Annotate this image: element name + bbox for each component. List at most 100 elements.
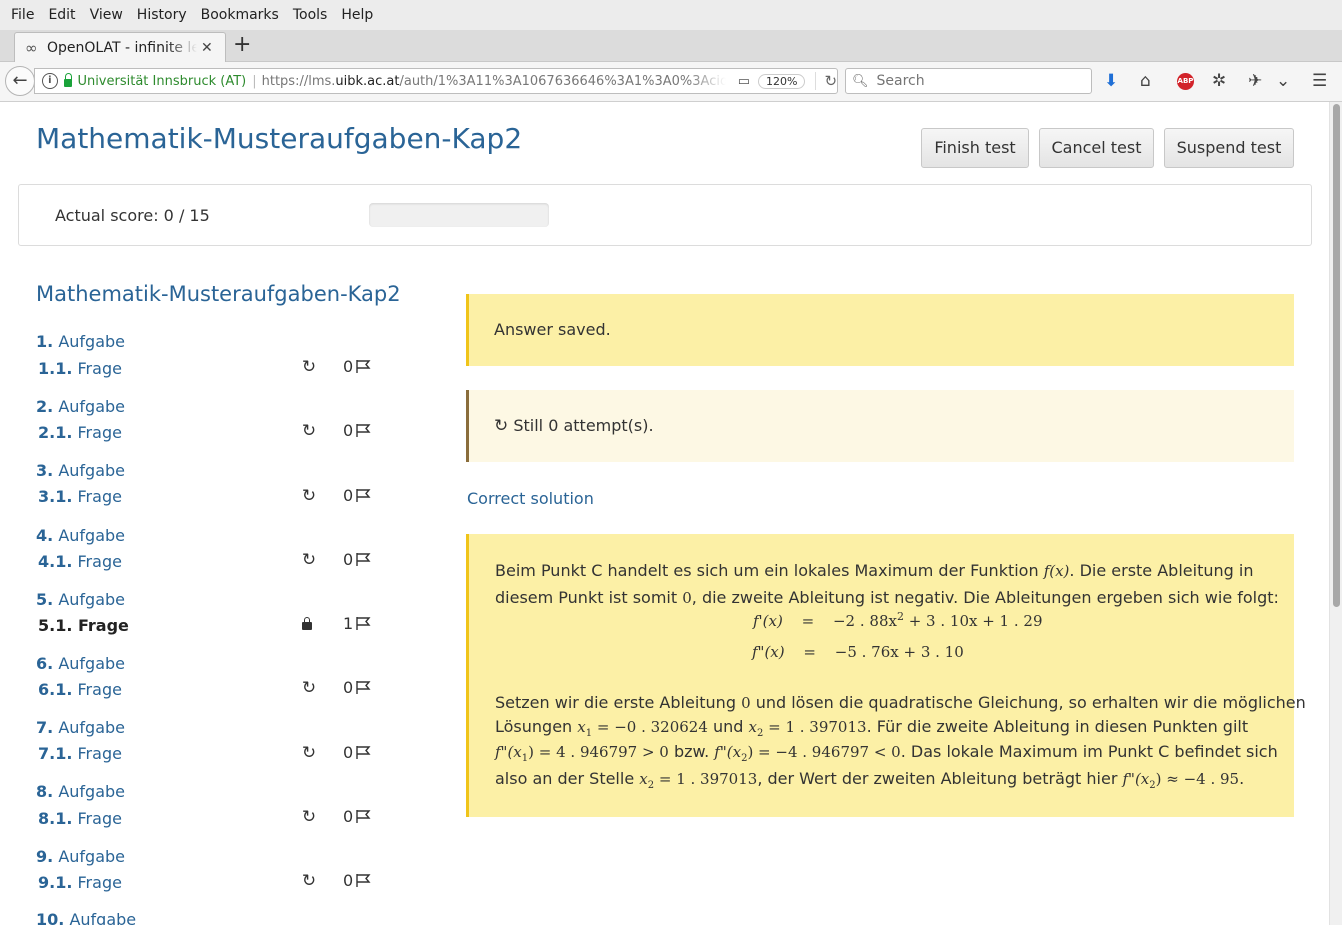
reload-icon: ↻: [301, 807, 317, 827]
score-panel: Actual score: 0 / 15: [18, 184, 1312, 246]
suspend-test-button[interactable]: Suspend test: [1164, 128, 1294, 168]
question-3-1-link[interactable]: 3.1. Frage: [38, 487, 122, 506]
actual-score: Actual score: 0 / 15: [55, 206, 210, 225]
question-4-1-count: 0: [343, 550, 372, 569]
lock-icon: [302, 617, 312, 630]
section-6-link[interactable]: 6. Aufgabe: [36, 654, 125, 673]
search-input[interactable]: [874, 72, 1089, 90]
solution-line-4: Lösungen x1 = −0 . 320624 und x2 = 1 . 3…: [495, 717, 1249, 740]
section-9-link[interactable]: 9. Aufgabe: [36, 847, 125, 866]
flag-icon: [356, 810, 371, 823]
menu-view[interactable]: View: [90, 7, 123, 23]
menu-edit[interactable]: Edit: [48, 7, 75, 23]
question-1-1-link[interactable]: 1.1. Frage: [38, 359, 122, 378]
reload-icon: ↻: [301, 486, 317, 506]
tab-strip: ∞ OpenOLAT - infinite learning ✕: [0, 30, 1342, 62]
solution-line-2: diesem Punkt ist somit 0, die zweite Abl…: [495, 588, 1279, 607]
info-icon[interactable]: i: [42, 73, 58, 89]
section-7-link[interactable]: 7. Aufgabe: [36, 718, 125, 737]
attempts-text: Still 0 attempt(s).: [513, 416, 654, 435]
answer-saved-text: Answer saved.: [494, 320, 611, 339]
tab-title: OpenOLAT - infinite learning: [47, 39, 197, 56]
answer-saved-alert: Answer saved.: [466, 294, 1294, 366]
page-scrollbar[interactable]: [1329, 102, 1342, 925]
hamburger-menu-icon[interactable]: ☰: [1312, 71, 1327, 91]
solution-line-3: Setzen wir die erste Ableitung 0 und lös…: [495, 693, 1306, 712]
menu-tools[interactable]: Tools: [293, 7, 328, 23]
reload-icon: ↻: [494, 416, 509, 436]
question-9-1-count: 0: [343, 871, 372, 890]
flag-icon: [356, 553, 371, 566]
scrollbar-thumb[interactable]: [1333, 104, 1340, 607]
close-tab-icon[interactable]: ✕: [201, 40, 213, 56]
navigation-toolbar: ← i Universität Innsbruck (AT) | https:/…: [0, 62, 1342, 102]
score-progress-bar: [369, 203, 549, 227]
question-5-1-count: 1: [343, 614, 372, 633]
section-10-link[interactable]: 10. Aufgabe: [36, 910, 136, 925]
question-2-1-count: 0: [343, 421, 372, 440]
reload-icon: ↻: [301, 743, 317, 763]
correct-solution-link[interactable]: Correct solution: [467, 489, 594, 508]
section-3-link[interactable]: 3. Aufgabe: [36, 461, 125, 480]
equation-second-derivative: f"(x) = −5 . 76x + 3 . 10: [752, 643, 964, 661]
question-4-1-link[interactable]: 4.1. Frage: [38, 552, 122, 571]
solution-line-5: f"(x1) = 4 . 946797 > 0 bzw. f"(x2) = −4…: [495, 742, 1278, 765]
menu-file[interactable]: File: [11, 7, 34, 23]
menu-help[interactable]: Help: [341, 7, 373, 23]
addon-icon[interactable]: ✈: [1248, 71, 1262, 91]
section-4-link[interactable]: 4. Aufgabe: [36, 526, 125, 545]
url-text[interactable]: https://lms.uibk.ac.at/auth/1%3A11%3A106…: [262, 74, 726, 89]
overflow-chevron-icon[interactable]: ⌄: [1276, 71, 1290, 91]
question-2-1-link[interactable]: 2.1. Frage: [38, 423, 122, 442]
home-icon[interactable]: ⌂: [1140, 71, 1151, 91]
tab-openolat[interactable]: ∞ OpenOLAT - infinite learning ✕: [14, 32, 226, 62]
new-tab-icon[interactable]: +: [233, 34, 251, 56]
infinity-icon: ∞: [25, 38, 38, 57]
flag-icon: [356, 681, 371, 694]
question-8-1-count: 0: [343, 807, 372, 826]
section-5-link[interactable]: 5. Aufgabe: [36, 590, 125, 609]
question-7-1-link[interactable]: 7.1. Frage: [38, 744, 122, 763]
section-1-link[interactable]: 1. Aufgabe: [36, 332, 125, 351]
reload-icon: ↻: [301, 871, 317, 891]
download-icon[interactable]: ⬇: [1104, 71, 1118, 91]
reload-icon: ↻: [301, 357, 317, 377]
question-6-1-count: 0: [343, 678, 372, 697]
back-button[interactable]: ←: [5, 66, 35, 96]
extension-icon[interactable]: ✲: [1212, 71, 1226, 91]
finish-test-button[interactable]: Finish test: [921, 128, 1029, 168]
section-2-link[interactable]: 2. Aufgabe: [36, 397, 125, 416]
menu-history[interactable]: History: [137, 7, 187, 23]
question-8-1-link[interactable]: 8.1. Frage: [38, 809, 122, 828]
question-9-1-link[interactable]: 9.1. Frage: [38, 873, 122, 892]
zoom-level[interactable]: 120%: [757, 73, 806, 89]
solution-line-1: Beim Punkt C handelt es sich um ein loka…: [495, 561, 1254, 580]
question-3-1-count: 0: [343, 486, 372, 505]
address-bar[interactable]: i Universität Innsbruck (AT) | https://l…: [34, 68, 838, 94]
attempts-line: ↻ Still 0 attempt(s).: [494, 416, 654, 436]
menu-bookmarks[interactable]: Bookmarks: [201, 7, 279, 23]
question-6-1-link[interactable]: 6.1. Frage: [38, 680, 122, 699]
solution-line-6: also an der Stelle x2 = 1 . 397013, der …: [495, 769, 1245, 792]
reader-view-icon[interactable]: ▭: [738, 74, 750, 89]
question-5-1-link-active[interactable]: 5.1. Frage: [38, 616, 129, 635]
flag-icon: [356, 360, 371, 373]
question-1-1-count: 0: [343, 357, 372, 376]
page-title: Mathematik-Musteraufgaben-Kap2: [36, 122, 523, 155]
cancel-test-button[interactable]: Cancel test: [1039, 128, 1154, 168]
site-identity[interactable]: Universität Innsbruck (AT): [77, 74, 246, 89]
flag-icon: [356, 489, 371, 502]
flag-icon: [356, 874, 371, 887]
flag-icon: [356, 746, 371, 759]
search-icon: 🔍︎: [852, 73, 869, 89]
reload-icon: ↻: [301, 678, 317, 698]
attempts-alert: ↻ Still 0 attempt(s).: [466, 390, 1294, 462]
section-8-link[interactable]: 8. Aufgabe: [36, 782, 125, 801]
adblock-icon[interactable]: ABP: [1177, 73, 1194, 90]
lock-icon: [63, 73, 73, 87]
reload-icon[interactable]: ↻: [815, 72, 837, 90]
test-navigation-title[interactable]: Mathematik-Musteraufgaben-Kap2: [36, 282, 401, 306]
reload-icon: ↻: [301, 550, 317, 570]
menu-bar: File Edit View History Bookmarks Tools H…: [0, 0, 1342, 30]
search-box[interactable]: 🔍︎: [845, 68, 1092, 94]
